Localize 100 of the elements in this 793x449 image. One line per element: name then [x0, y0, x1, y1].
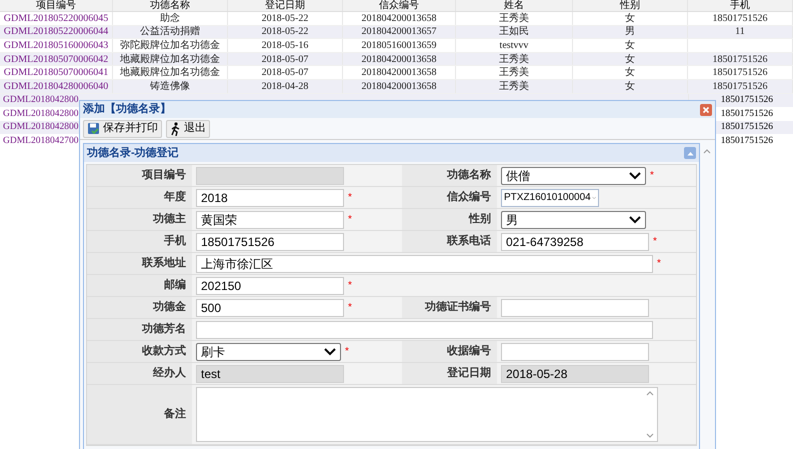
- text-field[interactable]: 上海市徐汇区: [196, 254, 653, 272]
- chevron-down-icon: [324, 348, 336, 356]
- table-cell-text: 男: [625, 25, 635, 40]
- required-mark: *: [348, 280, 352, 290]
- field-label: 年度: [164, 190, 186, 206]
- field-label: 功德证书编号: [425, 300, 491, 316]
- table-cell-text: 女: [625, 66, 635, 80]
- text-field[interactable]: 黄国荣: [196, 210, 344, 228]
- required-mark: *: [650, 170, 654, 180]
- column-header: 手机: [730, 0, 750, 13]
- table-cell-text: 女: [625, 38, 635, 53]
- record-link[interactable]: GDML2018042800: [3, 106, 78, 121]
- table-cell-text: 王如民: [499, 25, 529, 40]
- table-cell-text: 2018-05-16: [262, 38, 308, 53]
- text-field[interactable]: 18501751526: [196, 232, 344, 250]
- save-print-button[interactable]: 保存并打印: [83, 120, 162, 138]
- field-label: 联系地址: [142, 256, 186, 272]
- table-cell-text: 2018-05-07: [262, 66, 308, 80]
- field-label: 功德主: [153, 212, 186, 228]
- table-cell-text: 11: [735, 25, 745, 40]
- record-link[interactable]: GDML2018042700: [3, 134, 78, 148]
- required-mark: *: [345, 346, 349, 356]
- dropdown-field[interactable]: 男: [501, 210, 646, 228]
- table-cell-text: 18501751526: [712, 12, 768, 26]
- record-link[interactable]: GDML201804280006040: [4, 78, 108, 94]
- record-link[interactable]: GDML201805070006041: [4, 65, 108, 80]
- table-cell-text: 18501751526: [720, 135, 773, 148]
- record-link[interactable]: GDML2018042800: [3, 120, 78, 134]
- table-cell-text: 2018-05-22: [262, 12, 308, 26]
- dropdown-field[interactable]: 供僧: [501, 166, 646, 184]
- scroll-up-icon: [646, 391, 654, 396]
- field-label: 备注: [164, 406, 186, 422]
- text-field[interactable]: [501, 298, 649, 316]
- field-label: 功德名称: [447, 168, 491, 184]
- table-cell-text: 公益活动捐赠: [140, 24, 200, 40]
- table-cell-text: 201804200013657: [362, 25, 436, 40]
- table-cell-text: 201804200013658: [362, 80, 436, 94]
- table-cell-text: 18501751526: [720, 108, 773, 121]
- chevron-down-icon: [629, 216, 641, 224]
- combo-field[interactable]: PTXZ16010100004: [501, 188, 599, 206]
- column-header: 姓名: [504, 0, 524, 12]
- close-button[interactable]: [700, 104, 712, 116]
- required-mark: *: [657, 258, 661, 268]
- required-mark: *: [348, 302, 352, 312]
- field-label: 收据编号: [447, 344, 491, 360]
- field-label: 登记日期: [447, 366, 491, 382]
- table-cell-text: 18501751526: [720, 94, 773, 108]
- chevron-down-icon: [629, 172, 641, 180]
- text-field[interactable]: 500: [196, 298, 344, 316]
- field-label: 项目编号: [142, 168, 186, 184]
- panel-title: 功德名录-功德登记: [87, 146, 179, 161]
- table-cell-text: 2018-05-07: [262, 52, 308, 67]
- text-field[interactable]: 2018: [196, 188, 344, 206]
- exit-button[interactable]: 退出: [166, 120, 210, 138]
- column-header: 登记日期: [265, 0, 305, 13]
- field-label: 功德金: [153, 300, 186, 316]
- table-cell-text: testvvv: [500, 38, 528, 53]
- text-field[interactable]: [501, 342, 649, 360]
- collapse-button[interactable]: [684, 147, 696, 159]
- record-link[interactable]: GDML201805160006043: [4, 38, 108, 53]
- table-cell-text: 王秀美: [499, 12, 529, 26]
- table-cell-text: 女: [625, 52, 635, 67]
- field-label: 性别: [469, 212, 491, 228]
- collapse-icon: [686, 150, 694, 156]
- table-cell-text: 201805160013659: [362, 38, 436, 53]
- dialog-title: 添加【功德名录】: [83, 102, 171, 118]
- field-label: 信众编号: [447, 190, 491, 206]
- table-cell-text: 弥陀殿牌位加名功德金: [120, 38, 220, 53]
- scroll-down-icon: [646, 433, 654, 438]
- table-cell-text: 18501751526: [712, 66, 768, 80]
- record-link[interactable]: GDML201805070006042: [4, 52, 108, 67]
- table-cell-text: 铸造佛像: [150, 80, 190, 94]
- scroll-up-icon: [702, 149, 710, 154]
- table-cell-text: 201804200013658: [362, 66, 436, 80]
- close-icon: [702, 106, 710, 114]
- table-cell-text: 王秀美: [499, 52, 529, 66]
- field-label: 经办人: [153, 366, 186, 382]
- table-cell-text: 18501751526: [712, 80, 768, 94]
- required-mark: *: [348, 192, 352, 202]
- dropdown-field[interactable]: 刷卡: [196, 342, 341, 360]
- table-cell-text: 地藏殿牌位加名功德金: [120, 52, 220, 66]
- table-cell-text: 王秀美: [499, 80, 529, 94]
- table-cell-text: 18501751526: [720, 121, 773, 134]
- text-field[interactable]: [196, 320, 653, 338]
- column-header: 信众编号: [379, 0, 419, 13]
- table-cell-text: 女: [625, 80, 635, 94]
- column-header: 项目编号: [36, 0, 76, 13]
- record-link[interactable]: GDML2018042800: [3, 92, 78, 108]
- record-link[interactable]: GDML201805220006044: [4, 24, 108, 40]
- record-link[interactable]: GDML201805220006045: [4, 10, 108, 26]
- save-icon: [87, 122, 100, 135]
- text-field[interactable]: 021-64739258: [501, 232, 649, 250]
- column-header: 功德名称: [150, 0, 190, 12]
- text-field[interactable]: 202150: [196, 276, 344, 294]
- table-cell-text: 18501751526: [712, 52, 768, 67]
- required-mark: *: [653, 236, 657, 246]
- table-cell-text: 助念: [160, 12, 180, 26]
- field-label: 邮编: [164, 278, 186, 294]
- text-area[interactable]: [196, 387, 658, 442]
- field-label: 收款方式: [142, 344, 186, 360]
